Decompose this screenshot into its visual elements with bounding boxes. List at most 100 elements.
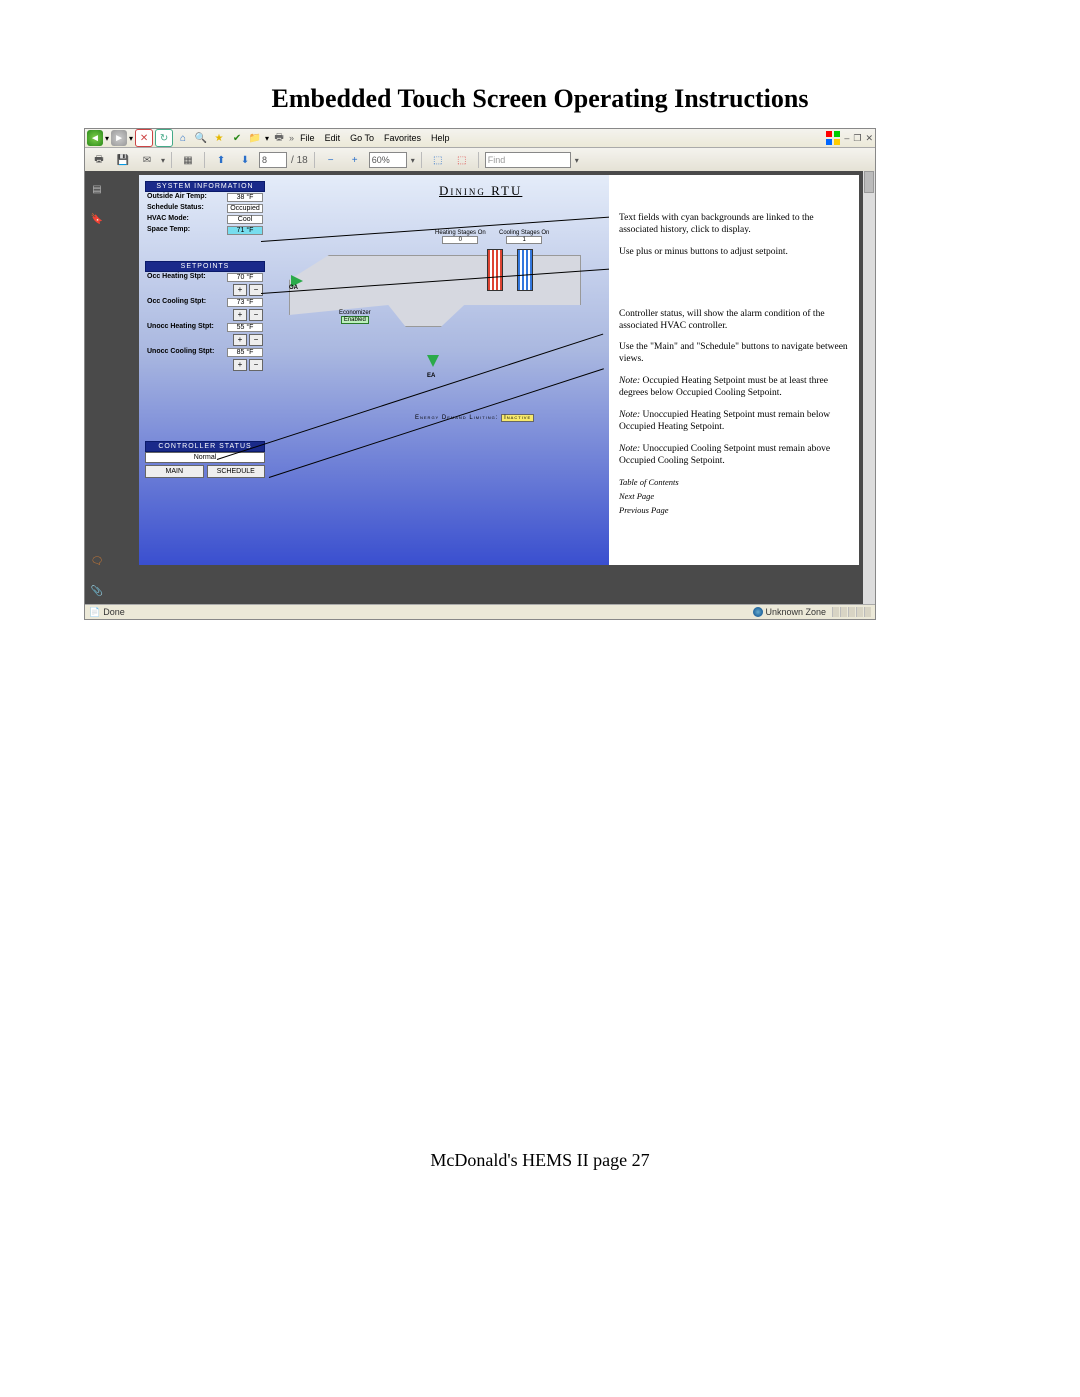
- economizer-value: Enabled: [341, 316, 369, 324]
- callout-note: Note: Unoccupied Cooling Setpoint must r…: [619, 444, 851, 468]
- link-next-page[interactable]: Next Page: [619, 491, 851, 502]
- sysinfo-label: Space Temp:: [147, 226, 190, 235]
- heating-stages-value: 0: [442, 236, 478, 244]
- callout-note: Note: Unoccupied Heating Setpoint must r…: [619, 410, 851, 434]
- callout-text: Use plus or minus buttons to adjust setp…: [619, 247, 851, 259]
- minus-button[interactable]: −: [249, 359, 263, 371]
- pdf-page-total: / 18: [291, 155, 308, 166]
- schedule-button[interactable]: SCHEDULE: [207, 465, 266, 478]
- callout-text: Text fields with cyan backgrounds are li…: [619, 213, 851, 237]
- pdf-toolbar: 🖶 💾 ✉▾ ▦ ⬆ ⬇ 8 / 18 − + 60%▾ ⬚ ⬚ Find▾: [85, 148, 875, 173]
- controller-status-value: Normal: [145, 452, 265, 463]
- pdf-page: Dining RTU SYSTEM INFORMATION Outside Ai…: [139, 175, 859, 565]
- pdf-attach-icon[interactable]: 📎: [89, 583, 105, 599]
- setpoint-value: 73 °F: [227, 298, 263, 307]
- ie-toolbar: ◄ ▾ ► ▾ ✕ ↻ ⌂ 🔍 ★ ✔ 📁 ▾ 🖶 » File Edit Go…: [85, 129, 875, 148]
- favorites-icon[interactable]: ★: [211, 130, 227, 146]
- pdf-thumbnails-icon[interactable]: ▤: [89, 181, 105, 197]
- plus-button[interactable]: +: [233, 359, 247, 371]
- callout-text: Controller status, will show the alarm c…: [619, 309, 851, 333]
- sysinfo-value: 38 °F: [227, 193, 263, 202]
- setpoint-value: 55 °F: [227, 323, 263, 332]
- document-title: Embedded Touch Screen Operating Instruct…: [0, 84, 1080, 114]
- callouts-panel: Text fields with cyan backgrounds are li…: [609, 175, 859, 565]
- close-icon[interactable]: ✕: [865, 133, 873, 144]
- search-icon[interactable]: 🔍: [193, 130, 209, 146]
- status-grip: [832, 607, 871, 617]
- refresh-icon[interactable]: ↻: [155, 129, 173, 147]
- setpoint-label: Occ Cooling Stpt:: [147, 298, 206, 307]
- ea-arrow-icon: [427, 355, 439, 367]
- zone-text: Unknown Zone: [765, 607, 826, 617]
- pdf-scrollbar[interactable]: [863, 171, 875, 605]
- home-icon[interactable]: ⌂: [175, 130, 191, 146]
- back-icon[interactable]: ◄: [87, 130, 103, 146]
- sysinfo-label: Outside Air Temp:: [147, 193, 207, 202]
- menu-edit[interactable]: Edit: [321, 133, 345, 143]
- sysinfo-label: HVAC Mode:: [147, 215, 189, 224]
- ie-done-icon: 📄: [89, 607, 100, 618]
- callout-text: Use the "Main" and "Schedule" buttons to…: [619, 342, 851, 366]
- pdf-zoom-input[interactable]: 60%: [369, 152, 407, 168]
- minus-button[interactable]: −: [249, 309, 263, 321]
- setpoint-label: Occ Heating Stpt:: [147, 273, 206, 282]
- pdf-page-input[interactable]: 8: [259, 152, 287, 168]
- menu-file[interactable]: File: [296, 133, 319, 143]
- cooling-stages-value: 1: [506, 236, 542, 244]
- pdf-pages-icon[interactable]: ▦: [178, 150, 198, 170]
- callout-note: Note: Occupied Heating Setpoint must be …: [619, 376, 851, 400]
- pdf-email-icon[interactable]: ✉: [137, 150, 157, 170]
- menu-goto[interactable]: Go To: [346, 133, 378, 143]
- setpoints-header: SETPOINTS: [145, 261, 265, 272]
- setpoint-value: 70 °F: [227, 273, 263, 282]
- pdf-fit2-icon[interactable]: ⬚: [452, 150, 472, 170]
- sysinfo-header: SYSTEM INFORMATION: [145, 181, 265, 192]
- controller-header: CONTROLLER STATUS: [145, 441, 265, 452]
- zone-icon: [753, 607, 763, 617]
- menu-help[interactable]: Help: [427, 133, 454, 143]
- pdf-comments-icon[interactable]: 🗨: [89, 553, 105, 569]
- plus-button[interactable]: +: [233, 284, 247, 296]
- minimize-icon[interactable]: –: [844, 133, 849, 143]
- history-icon[interactable]: ✔: [229, 130, 245, 146]
- setpoint-value: 85 °F: [227, 348, 263, 357]
- document-footer: McDonald's HEMS II page 27: [0, 1150, 1080, 1171]
- windows-flag-icon: [826, 131, 840, 145]
- cooling-coil-icon: [517, 249, 533, 291]
- forward-icon[interactable]: ►: [111, 130, 127, 146]
- pdf-find-input[interactable]: Find: [485, 152, 571, 168]
- setpoint-label: Unocc Cooling Stpt:: [147, 348, 214, 357]
- screenshot-frame: ◄ ▾ ► ▾ ✕ ↻ ⌂ 🔍 ★ ✔ 📁 ▾ 🖶 » File Edit Go…: [84, 128, 876, 620]
- print-icon[interactable]: 🖶: [271, 130, 287, 146]
- pdf-print-icon[interactable]: 🖶: [89, 150, 109, 170]
- sysinfo-value: Occupied: [227, 204, 263, 213]
- ie-status-bar: 📄 Done Unknown Zone: [85, 604, 875, 619]
- link-toc[interactable]: Table of Contents: [619, 477, 851, 488]
- space-temp-value[interactable]: 71 °F: [227, 226, 263, 235]
- heating-coil-icon: [487, 249, 503, 291]
- pdf-fit-icon[interactable]: ⬚: [428, 150, 448, 170]
- pdf-sidebar: ▤ 🔖 🗨 📎: [85, 171, 109, 605]
- duct-diagram: [289, 255, 581, 327]
- mail-icon[interactable]: 📁: [247, 130, 263, 146]
- pdf-zoom-out-icon[interactable]: −: [321, 150, 341, 170]
- menu-favorites[interactable]: Favorites: [380, 133, 425, 143]
- link-prev-page[interactable]: Previous Page: [619, 505, 851, 516]
- pdf-save-icon[interactable]: 💾: [113, 150, 133, 170]
- minus-button[interactable]: −: [249, 334, 263, 346]
- main-button[interactable]: MAIN: [145, 465, 204, 478]
- pdf-next-icon[interactable]: ⬇: [235, 150, 255, 170]
- edl-value: Inactive: [501, 414, 534, 422]
- pdf-bookmarks-icon[interactable]: 🔖: [89, 211, 105, 227]
- restore-icon[interactable]: ❐: [853, 133, 861, 144]
- stop-icon[interactable]: ✕: [135, 129, 153, 147]
- pdf-viewport: ▤ 🔖 🗨 📎 Dining RTU SYSTEM INFORMATION Ou…: [85, 171, 875, 605]
- plus-button[interactable]: +: [233, 334, 247, 346]
- setpoint-label: Unocc Heating Stpt:: [147, 323, 214, 332]
- hvac-app: Dining RTU SYSTEM INFORMATION Outside Ai…: [139, 175, 609, 565]
- plus-button[interactable]: +: [233, 309, 247, 321]
- pdf-prev-icon[interactable]: ⬆: [211, 150, 231, 170]
- sysinfo-label: Schedule Status:: [147, 204, 204, 213]
- minus-button[interactable]: −: [249, 284, 263, 296]
- pdf-zoom-in-icon[interactable]: +: [345, 150, 365, 170]
